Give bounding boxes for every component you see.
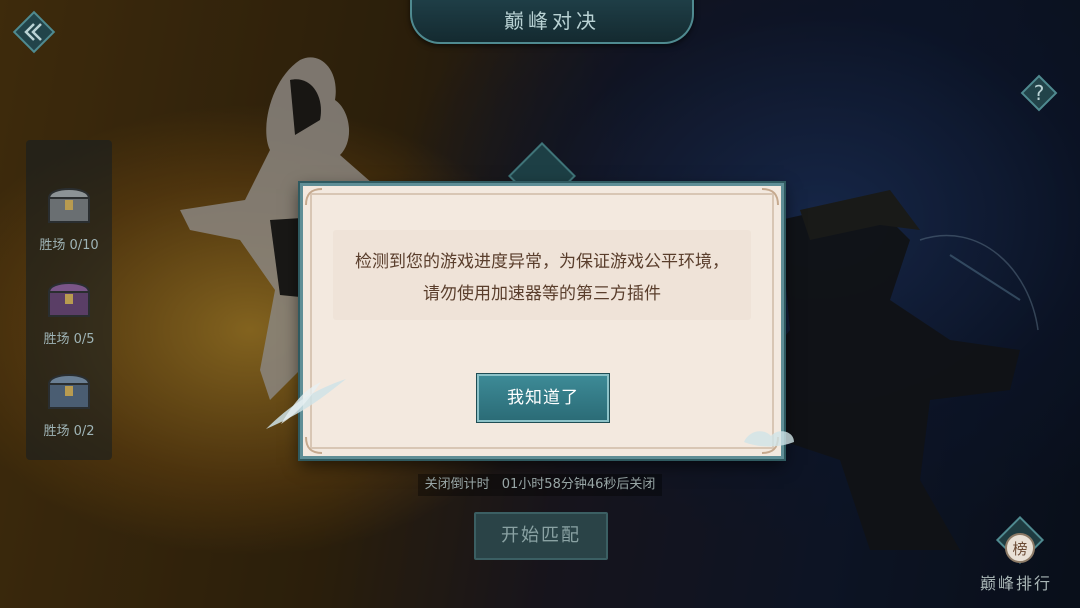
dialog-message-box: 检测到您的游戏进度异常，为保证游戏公平环境，请勿使用加速器等的第三方插件 bbox=[333, 230, 751, 320]
corner-ornament-icon bbox=[305, 188, 323, 206]
title-plate: 巅峰对决 bbox=[410, 0, 694, 44]
reward-item-gold[interactable]: 胜场 0/10 bbox=[26, 182, 112, 253]
corner-ornament-icon bbox=[761, 188, 779, 206]
reward-label: 胜场 0/10 bbox=[39, 238, 99, 253]
cloud-ornament-icon bbox=[744, 431, 794, 447]
start-match-button[interactable]: 开始匹配 bbox=[474, 512, 608, 560]
treasure-chest-icon bbox=[47, 374, 91, 409]
dialog-message: 检测到您的游戏进度异常，为保证游戏公平环境，请勿使用加速器等的第三方插件 bbox=[355, 252, 729, 304]
game-scene: 巅峰对决 ? 胜场 0/10 胜场 0/5 胜场 0/2 关闭倒计时 01小时5… bbox=[0, 0, 1080, 608]
question-mark-icon: ? bbox=[1034, 81, 1045, 105]
ranking-button[interactable]: 榜 巅峰排行 bbox=[968, 516, 1078, 606]
reward-panel: 胜场 0/10 胜场 0/5 胜场 0/2 bbox=[26, 140, 112, 460]
page-title: 巅峰对决 bbox=[504, 9, 600, 33]
corner-ornament-icon bbox=[305, 436, 323, 454]
treasure-chest-icon bbox=[47, 188, 91, 223]
countdown-value: 01小时58分钟46秒后关闭 bbox=[501, 477, 656, 492]
treasure-chest-icon bbox=[47, 282, 91, 317]
countdown-label: 关闭倒计时 bbox=[424, 477, 490, 492]
reward-item-blue[interactable]: 胜场 0/2 bbox=[26, 368, 112, 439]
back-button[interactable] bbox=[12, 10, 56, 54]
bamboo-leaf-ornament-icon bbox=[266, 379, 346, 429]
ranking-emblem-char: 榜 bbox=[1012, 540, 1027, 558]
reward-item-purple[interactable]: 胜场 0/5 bbox=[26, 276, 112, 347]
confirm-button[interactable]: 我知道了 bbox=[477, 374, 609, 422]
ranking-label: 巅峰排行 bbox=[979, 574, 1052, 593]
warning-dialog: 检测到您的游戏进度异常，为保证游戏公平环境，请勿使用加速器等的第三方插件 我知道… bbox=[266, 183, 794, 459]
ranking-emblem-icon: 榜 bbox=[995, 516, 1045, 565]
close-countdown: 关闭倒计时 01小时58分钟46秒后关闭 bbox=[418, 474, 662, 496]
help-button[interactable]: ? bbox=[1020, 74, 1058, 112]
reward-label: 胜场 0/2 bbox=[43, 424, 95, 439]
reward-label: 胜场 0/5 bbox=[43, 332, 95, 347]
